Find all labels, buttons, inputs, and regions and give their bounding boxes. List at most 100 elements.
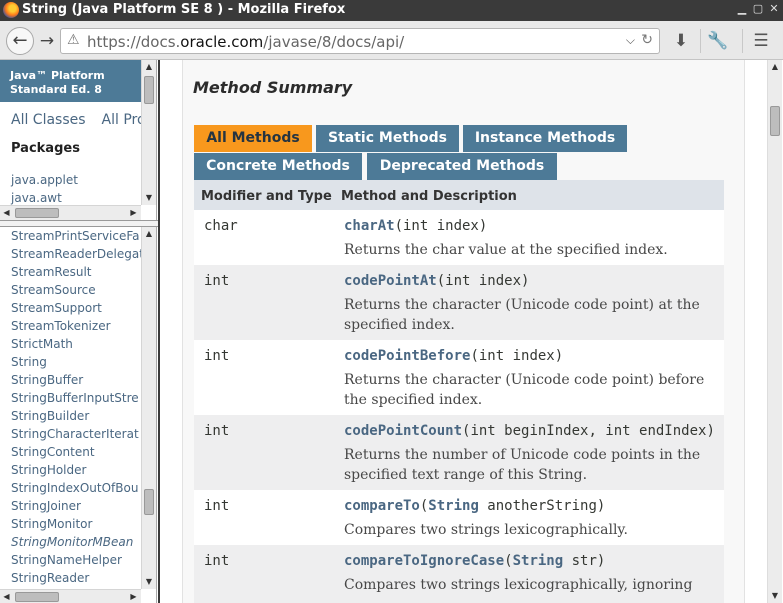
description-line: Returns the character (Unicode code poin… bbox=[344, 372, 705, 388]
class-link[interactable]: StringBufferInputStre bbox=[11, 391, 139, 405]
package-link[interactable]: java.awt bbox=[11, 191, 62, 205]
scroll-left-icon[interactable]: ◀ bbox=[0, 590, 13, 603]
method-row: char charAt(int index) Returns the char va… bbox=[194, 210, 724, 265]
minimize-icon[interactable]: ▁ bbox=[735, 2, 749, 16]
method-params: (int index) bbox=[436, 273, 530, 289]
class-link[interactable]: StringNameHelper bbox=[11, 553, 122, 567]
scroll-down-icon[interactable]: ▼ bbox=[142, 191, 156, 204]
close-icon[interactable]: ✕ bbox=[767, 2, 781, 16]
scroll-right-icon[interactable]: ▶ bbox=[127, 590, 140, 603]
scroll-up-icon[interactable]: ▲ bbox=[142, 227, 156, 240]
method-signature: codePointCount(int beginIndex, int endIn… bbox=[344, 423, 715, 439]
class-link[interactable]: StringHolder bbox=[11, 463, 86, 477]
packages-horizontal-scrollbar[interactable]: ◀ ▶ bbox=[0, 205, 141, 220]
forward-arrow-icon[interactable]: → bbox=[36, 31, 58, 51]
tab-all-methods[interactable]: All Methods bbox=[194, 125, 312, 152]
tab-concrete-methods[interactable]: Concrete Methods bbox=[194, 153, 362, 180]
method-params: anotherString) bbox=[478, 498, 606, 514]
url-text[interactable]: https://docs.oracle.com/javase/8/docs/ap… bbox=[87, 33, 404, 51]
method-description: Compares two strings lexicographically, … bbox=[344, 575, 714, 595]
class-link[interactable]: StringMonitorMBean bbox=[11, 535, 133, 549]
method-name-link[interactable]: codePointCount bbox=[344, 423, 462, 439]
scroll-left-icon[interactable]: ◀ bbox=[0, 206, 13, 220]
content-vertical-scrollbar[interactable]: ▲ ▼ bbox=[767, 60, 782, 603]
method-row: int codePointBefore(int index) Returns the… bbox=[194, 340, 724, 415]
return-type: int bbox=[204, 273, 230, 289]
method-name-link[interactable]: compareToIgnoreCase bbox=[344, 553, 504, 569]
method-row: int compareTo(String anotherString) Compar… bbox=[194, 490, 724, 545]
class-link[interactable]: StringJoiner bbox=[11, 499, 81, 513]
tab-static-methods[interactable]: Static Methods bbox=[316, 125, 459, 152]
method-description: Returns the character (Unicode code poin… bbox=[344, 370, 714, 410]
scroll-thumb[interactable] bbox=[15, 592, 59, 602]
method-signature: compareToIgnoreCase(String str) bbox=[344, 553, 605, 569]
dropdown-icon[interactable]: ⌵ bbox=[626, 33, 635, 48]
class-link[interactable]: StringCharacterIterat bbox=[11, 427, 139, 441]
class-link[interactable]: StrictMath bbox=[11, 337, 73, 351]
scroll-up-icon[interactable]: ▲ bbox=[768, 60, 782, 73]
warning-icon[interactable]: ⚠ bbox=[67, 32, 80, 48]
classes-horizontal-scrollbar[interactable]: ◀ ▶ bbox=[0, 589, 141, 603]
window-titlebar: String (Java Platform SE 8 ) - Mozilla F… bbox=[0, 0, 783, 21]
param-type-link[interactable]: String bbox=[513, 553, 564, 569]
navigation-toolbar: ← → ⚠ https://docs.oracle.com/javase/8/d… bbox=[0, 21, 783, 60]
method-description: Returns the character (Unicode code poin… bbox=[344, 295, 714, 335]
description-line: Returns the character (Unicode code poin… bbox=[344, 297, 700, 313]
method-description: Compares two strings lexicographically. bbox=[344, 520, 714, 540]
class-link[interactable]: StreamSupport bbox=[11, 301, 102, 315]
method-row: int codePointAt(int index) Returns the cha… bbox=[194, 265, 724, 340]
packages-heading: Packages bbox=[11, 141, 80, 156]
class-link[interactable]: StreamResult bbox=[11, 265, 92, 279]
class-link[interactable]: StringIndexOutOfBou bbox=[11, 481, 138, 495]
scroll-thumb[interactable] bbox=[144, 76, 154, 104]
classes-frame: StreamPrintServiceFa StreamReaderDelegat S… bbox=[0, 227, 157, 603]
scroll-right-icon[interactable]: ▶ bbox=[127, 206, 140, 220]
method-row: int codePointCount(int beginIndex, int en… bbox=[194, 415, 724, 490]
class-link[interactable]: StreamSource bbox=[11, 283, 96, 297]
return-type: char bbox=[204, 218, 238, 234]
packages-vertical-scrollbar[interactable]: ▲ ▼ bbox=[141, 60, 156, 205]
class-link[interactable]: StringReader bbox=[11, 571, 89, 585]
description-line: the specified index. bbox=[344, 392, 483, 408]
tab-instance-methods[interactable]: Instance Methods bbox=[463, 125, 627, 152]
method-params: str) bbox=[563, 553, 606, 569]
packages-frame: Java™ Platform Standard Ed. 8 All Classe… bbox=[0, 60, 157, 220]
class-link[interactable]: StringMonitor bbox=[11, 517, 92, 531]
method-name-link[interactable]: charAt bbox=[344, 218, 395, 234]
scroll-down-icon[interactable]: ▼ bbox=[142, 575, 156, 588]
scroll-thumb[interactable] bbox=[144, 489, 154, 515]
tab-deprecated-methods[interactable]: Deprecated Methods bbox=[367, 153, 557, 180]
class-link[interactable]: StreamPrintServiceFa bbox=[11, 229, 140, 243]
all-profiles-link[interactable]: All Pro bbox=[102, 112, 146, 128]
param-type-link[interactable]: String bbox=[428, 498, 479, 514]
toolbar-separator bbox=[742, 29, 743, 53]
maximize-icon[interactable]: ▢ bbox=[751, 2, 765, 16]
url-bar[interactable]: ⚠ https://docs.oracle.com/javase/8/docs/… bbox=[60, 28, 660, 54]
method-signature: compareTo(String anotherString) bbox=[344, 498, 605, 514]
scroll-thumb[interactable] bbox=[770, 106, 780, 136]
class-link[interactable]: StringBuffer bbox=[11, 373, 83, 387]
method-name-link[interactable]: compareTo bbox=[344, 498, 420, 514]
class-link[interactable]: StringContent bbox=[11, 445, 95, 459]
method-name-link[interactable]: codePointBefore bbox=[344, 348, 470, 364]
scroll-down-icon[interactable]: ▼ bbox=[768, 589, 782, 602]
package-link[interactable]: java.applet bbox=[11, 173, 78, 187]
method-name-link[interactable]: codePointAt bbox=[344, 273, 437, 289]
class-link[interactable]: StreamTokenizer bbox=[11, 319, 111, 333]
frame-splitter[interactable] bbox=[0, 220, 158, 227]
class-link[interactable]: String bbox=[11, 355, 47, 369]
class-link[interactable]: StreamReaderDelegat bbox=[11, 247, 144, 261]
back-arrow-icon[interactable]: ← bbox=[6, 27, 34, 55]
scroll-thumb[interactable] bbox=[15, 208, 59, 218]
reload-icon[interactable]: ↻ bbox=[641, 32, 653, 48]
menu-icon[interactable]: ☰ bbox=[750, 30, 772, 52]
wrench-icon[interactable]: 🔧 bbox=[707, 30, 729, 52]
class-link[interactable]: StringBuilder bbox=[11, 409, 89, 423]
platform-header: Java™ Platform Standard Ed. 8 bbox=[0, 60, 141, 102]
classes-vertical-scrollbar[interactable]: ▲ ▼ bbox=[141, 227, 156, 589]
all-classes-link[interactable]: All Classes bbox=[11, 112, 86, 128]
scroll-up-icon[interactable]: ▲ bbox=[142, 60, 156, 73]
toolbar-separator bbox=[700, 29, 701, 53]
return-type: int bbox=[204, 498, 230, 514]
download-icon[interactable]: ⬇ bbox=[670, 30, 692, 52]
